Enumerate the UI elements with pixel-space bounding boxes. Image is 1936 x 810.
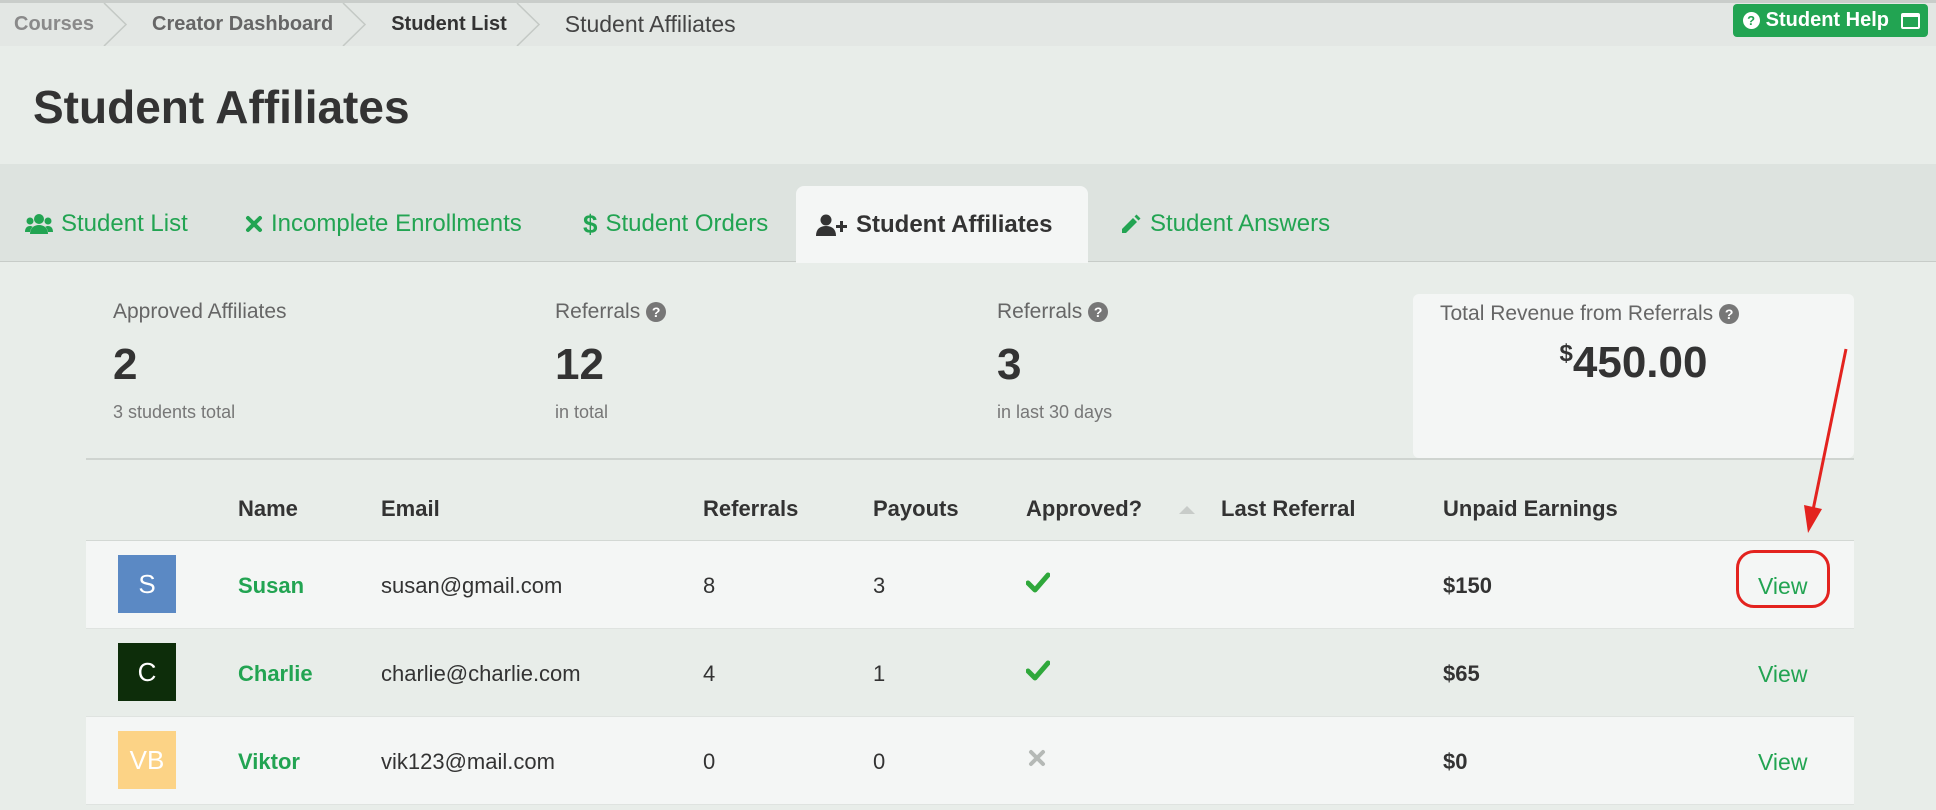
- breadcrumb-separator-icon: [342, 3, 367, 46]
- affiliate-email: susan@gmail.com: [381, 573, 563, 598]
- question-circle-icon[interactable]: ?: [646, 302, 667, 322]
- affiliate-unpaid-earnings: $150: [1443, 573, 1492, 598]
- stat-referrals-30-days: Referrals ? 3 in last 30 days: [997, 300, 1112, 423]
- annotation-arrow-icon: [1804, 348, 1848, 533]
- revenue-value: $450.00: [1413, 338, 1854, 388]
- stat-approved-affiliates: Approved Affiliates 2 3 students total: [113, 300, 287, 423]
- stat-value: 2: [113, 340, 138, 389]
- student-help-button[interactable]: ? Student Help: [1732, 4, 1928, 37]
- stat-total-revenue: Total Revenue from Referrals ? $450.00: [1413, 294, 1854, 458]
- affiliate-name-link[interactable]: Charlie: [238, 661, 313, 687]
- stat-label: Approved Affiliates: [113, 300, 287, 323]
- stat-sub: in total: [555, 402, 609, 422]
- affiliate-referrals: 8: [703, 573, 716, 598]
- annotation-highlight-ring: [1736, 550, 1830, 608]
- breadcrumb-courses[interactable]: Courses: [0, 3, 138, 46]
- affiliate-unpaid-earnings: $0: [1443, 749, 1468, 774]
- breadcrumb: Courses Creator Dashboard Student List S…: [0, 0, 1936, 46]
- tab-student-orders[interactable]: $ Student Orders: [563, 186, 788, 262]
- breadcrumb-separator-icon: [103, 3, 128, 46]
- x-mark-icon: [1029, 750, 1045, 766]
- header-approved[interactable]: Approved?: [1026, 496, 1142, 522]
- header-name[interactable]: Name: [238, 496, 298, 522]
- stat-value: 12: [555, 340, 604, 389]
- question-circle-icon[interactable]: ?: [1088, 302, 1109, 322]
- stat-label: Referrals: [997, 300, 1083, 323]
- check-icon: [1026, 572, 1050, 593]
- header-last-referral[interactable]: Last Referral: [1221, 496, 1356, 522]
- affiliate-referrals: 4: [703, 661, 716, 686]
- revenue-amount: 450.00: [1572, 338, 1708, 387]
- stat-referrals-total: Referrals ? 12 in total: [555, 300, 667, 423]
- breadcrumb-label: Student List: [391, 13, 507, 35]
- question-circle-icon: ?: [1742, 12, 1760, 29]
- table-header: Name Email Referrals Payouts Approved? L…: [86, 460, 1854, 541]
- avatar: C: [118, 643, 176, 701]
- tab-label: Student List: [61, 210, 188, 237]
- header-referrals[interactable]: Referrals: [703, 496, 798, 522]
- user-plus-icon: [816, 214, 847, 236]
- header-email[interactable]: Email: [381, 496, 440, 522]
- affiliate-name-link[interactable]: Viktor: [238, 749, 300, 775]
- question-circle-icon[interactable]: ?: [1719, 304, 1740, 324]
- stat-label: Referrals: [555, 300, 641, 323]
- page-title: Student Affiliates: [33, 81, 410, 133]
- tab-student-answers[interactable]: Student Answers: [1100, 186, 1350, 262]
- stat-sub: 3 students total: [113, 402, 236, 422]
- tab-label: Incomplete Enrollments: [271, 210, 522, 237]
- dollar-icon: $: [583, 208, 598, 239]
- window-icon: [1901, 12, 1920, 29]
- view-button[interactable]: View: [1758, 749, 1807, 776]
- stat-label-row: Referrals ?: [555, 300, 667, 324]
- pencil-icon: [1122, 214, 1141, 233]
- student-help-label: Student Help: [1765, 9, 1889, 31]
- affiliate-payouts: 3: [873, 573, 886, 598]
- header-unpaid-earnings[interactable]: Unpaid Earnings: [1443, 496, 1618, 522]
- affiliate-referrals: 0: [703, 749, 716, 774]
- currency-symbol: $: [1559, 340, 1573, 367]
- table-row: C Charlie charlie@charlie.com 4 1 $65 Vi…: [86, 629, 1854, 717]
- breadcrumb-student-list[interactable]: Student List: [377, 3, 551, 46]
- affiliate-unpaid-earnings: $65: [1443, 661, 1480, 686]
- tab-student-list[interactable]: Student List: [5, 186, 208, 262]
- stat-sub: in last 30 days: [997, 402, 1113, 422]
- breadcrumb-separator-icon: [516, 3, 540, 46]
- check-icon: [1026, 660, 1050, 681]
- breadcrumb-label: Creator Dashboard: [152, 13, 334, 35]
- avatar: S: [118, 555, 176, 613]
- stat-label-row: Referrals ?: [997, 300, 1112, 324]
- tab-label: Student Affiliates: [856, 210, 1053, 238]
- tab-student-affiliates[interactable]: Student Affiliates: [796, 186, 1088, 263]
- affiliate-email: charlie@charlie.com: [381, 661, 581, 686]
- breadcrumb-creator-dashboard[interactable]: Creator Dashboard: [138, 3, 377, 46]
- users-icon: [25, 214, 53, 234]
- affiliate-payouts: 1: [873, 661, 886, 686]
- tab-incomplete-enrollments[interactable]: Incomplete Enrollments: [225, 186, 542, 262]
- sort-ascending-icon: [1179, 506, 1195, 514]
- table-row: S Susan susan@gmail.com 8 3 $150 View: [86, 541, 1854, 629]
- tab-label: Student Orders: [605, 210, 769, 237]
- view-button[interactable]: View: [1758, 661, 1807, 688]
- affiliate-payouts: 0: [873, 749, 886, 774]
- breadcrumb-label: Courses: [14, 13, 95, 35]
- table-row: VB Viktor vik123@mail.com 0 0 $0 View: [86, 717, 1854, 805]
- tab-bar: Student List Incomplete Enrollments $ St…: [0, 164, 1936, 263]
- stat-label-row: Total Revenue from Referrals ?: [1440, 302, 1740, 326]
- affiliate-name-link[interactable]: Susan: [238, 573, 304, 599]
- x-icon: [246, 216, 262, 232]
- header-payouts[interactable]: Payouts: [873, 496, 959, 522]
- breadcrumb-current: Student Affiliates: [564, 11, 736, 37]
- stat-value: 3: [997, 340, 1022, 389]
- affiliates-table: Name Email Referrals Payouts Approved? L…: [86, 458, 1854, 805]
- avatar: VB: [118, 731, 176, 789]
- tab-label: Student Answers: [1150, 210, 1331, 237]
- stat-label: Total Revenue from Referrals: [1440, 302, 1714, 325]
- affiliate-email: vik123@mail.com: [381, 749, 555, 774]
